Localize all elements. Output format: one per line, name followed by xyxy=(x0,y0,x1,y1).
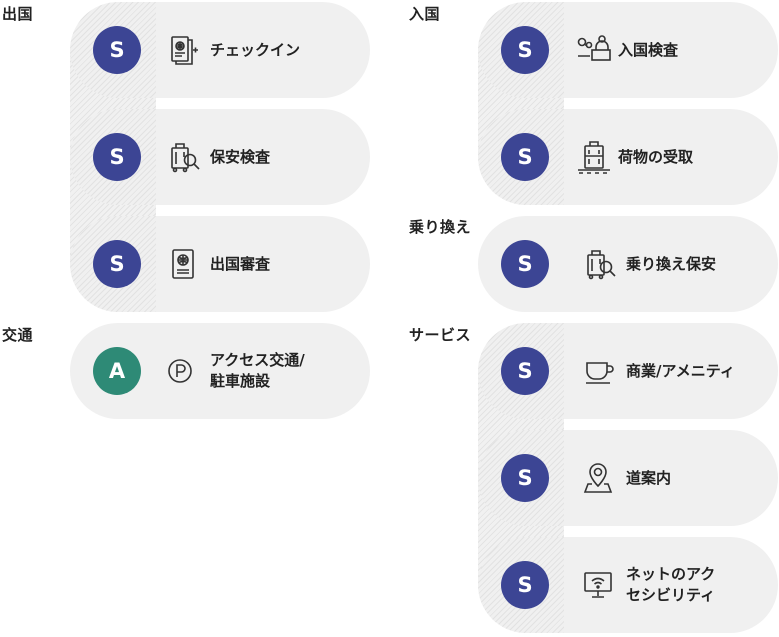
grade-badge: S xyxy=(501,133,549,181)
passport-icon xyxy=(166,246,202,282)
location-pin-icon xyxy=(582,460,618,496)
item-internet-access[interactable]: S ネットのアク セシビリティ xyxy=(478,537,778,633)
item-emigration[interactable]: S 出国審査 xyxy=(70,216,370,312)
section-title-transit: 交通 xyxy=(2,326,34,344)
item-label: 荷物の受取 xyxy=(618,147,694,166)
grade-badge: S xyxy=(501,240,549,288)
item-label: 商業/アメニティ xyxy=(626,361,735,380)
baggage-claim-icon xyxy=(576,139,612,175)
item-immigration[interactable]: S 入国検査 xyxy=(478,2,778,98)
section-title-departure: 出国 xyxy=(2,5,34,23)
item-access-parking[interactable]: A アクセス交通/ 駐車施設 xyxy=(70,323,370,419)
coffee-cup-icon xyxy=(582,353,618,389)
parking-icon xyxy=(166,353,202,389)
grade-badge: S xyxy=(501,561,549,609)
item-label: 保安検査 xyxy=(210,147,271,166)
grade-badge: S xyxy=(501,454,549,502)
grade-badge: A xyxy=(93,347,141,395)
item-check-in[interactable]: S チェックイン xyxy=(70,2,370,98)
wifi-monitor-icon xyxy=(582,567,618,603)
item-wayfinding[interactable]: S 道案内 xyxy=(478,430,778,526)
item-transfer-security[interactable]: S 乗り換え保安 xyxy=(478,216,778,312)
grade-badge: S xyxy=(501,26,549,74)
item-baggage-claim[interactable]: S 荷物の受取 xyxy=(478,109,778,205)
grade-badge: S xyxy=(93,133,141,181)
item-security-check[interactable]: S 保安検査 xyxy=(70,109,370,205)
section-title-arrival: 入国 xyxy=(409,5,441,23)
item-label: 入国検査 xyxy=(618,40,679,59)
transfer-security-icon xyxy=(582,246,618,282)
item-label: 道案内 xyxy=(626,468,672,487)
immigration-counter-icon xyxy=(576,32,612,68)
grade-badge: S xyxy=(93,26,141,74)
item-label: アクセス交通/ 駐車施設 xyxy=(210,351,305,390)
grade-badge: S xyxy=(501,347,549,395)
item-label: 出国審査 xyxy=(210,254,271,273)
check-in-icon xyxy=(166,32,202,68)
section-title-transfer: 乗り換え xyxy=(409,218,472,236)
item-commercial-amenities[interactable]: S 商業/アメニティ xyxy=(478,323,778,419)
section-title-service: サービス xyxy=(409,326,472,344)
item-label: 乗り換え保安 xyxy=(626,254,717,273)
item-label: ネットのアク セシビリティ xyxy=(626,565,716,604)
security-check-icon xyxy=(166,139,202,175)
item-label: チェックイン xyxy=(210,40,301,59)
grade-badge: S xyxy=(93,240,141,288)
